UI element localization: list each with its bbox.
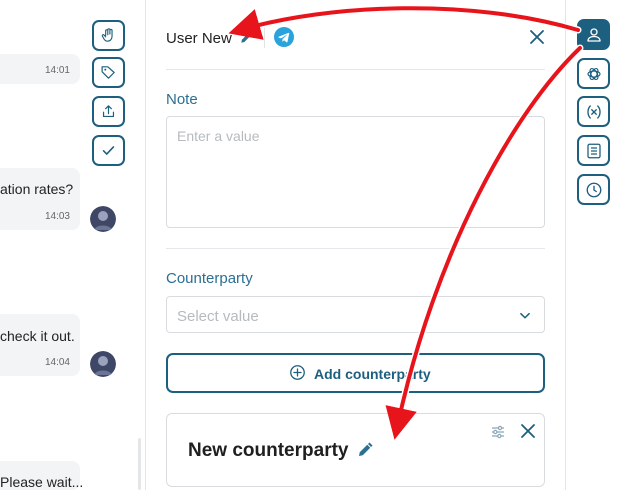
divider xyxy=(166,248,545,249)
tag-button[interactable] xyxy=(92,57,125,88)
note-placeholder: Enter a value xyxy=(177,128,260,144)
counterparty-select[interactable]: Select value xyxy=(166,296,545,333)
chat-message: Please wait... xyxy=(0,461,84,490)
message-text: Please wait... xyxy=(0,474,84,490)
telegram-icon xyxy=(274,27,294,47)
edit-counterparty-icon[interactable] xyxy=(356,441,374,459)
chat-message: check it out. 14:04 xyxy=(0,314,80,376)
message-text: ation rates? xyxy=(0,181,74,197)
chat-message: 14:01 xyxy=(0,54,80,84)
chevron-down-icon xyxy=(520,312,530,319)
contact-panel: User New Note Enter a value Counterparty… xyxy=(146,0,565,490)
share-icon xyxy=(102,105,115,118)
select-placeholder: Select value xyxy=(177,308,259,325)
resolve-button[interactable] xyxy=(92,135,125,166)
counterparty-title: New counterparty xyxy=(188,440,349,461)
message-time: 14:03 xyxy=(44,211,70,222)
header-separator xyxy=(264,26,265,48)
variable-icon xyxy=(586,104,601,119)
share-button[interactable] xyxy=(92,96,125,127)
contact-name: User New xyxy=(166,30,232,47)
message-text: check it out. xyxy=(0,328,75,344)
user-icon xyxy=(586,27,601,42)
add-counterparty-label: Add counterparty xyxy=(314,366,431,382)
message-time: 14:01 xyxy=(44,65,70,76)
settings-sliders-icon[interactable] xyxy=(490,424,506,440)
edit-name-icon[interactable] xyxy=(239,31,253,45)
avatar xyxy=(90,206,116,232)
document-icon xyxy=(586,143,601,158)
right-rail xyxy=(565,0,622,490)
divider xyxy=(166,69,545,70)
variables-button[interactable] xyxy=(577,96,610,127)
ai-assistant-button[interactable] xyxy=(577,58,610,89)
counterparty-card: New counterparty xyxy=(166,413,545,487)
counterparty-label: Counterparty xyxy=(166,270,253,287)
clock-icon xyxy=(586,182,601,197)
tag-icon xyxy=(101,66,115,79)
chat-history: 14:01 ation rates? 14:03 check it out. 1… xyxy=(0,0,145,490)
add-counterparty-button[interactable]: Add counterparty xyxy=(166,353,545,393)
history-button[interactable] xyxy=(577,174,610,205)
chat-scrollbar[interactable] xyxy=(138,438,141,490)
remove-counterparty-icon[interactable] xyxy=(519,422,537,440)
contact-info-button[interactable] xyxy=(577,19,610,50)
app-root: 14:01 ation rates? 14:03 check it out. 1… xyxy=(0,0,622,490)
hand-button[interactable] xyxy=(92,20,125,51)
hand-icon xyxy=(101,28,113,42)
message-time: 14:04 xyxy=(44,357,70,368)
notes-button[interactable] xyxy=(577,135,610,166)
chat-message: ation rates? 14:03 xyxy=(0,168,80,230)
note-input[interactable]: Enter a value xyxy=(166,116,545,228)
plus-circle-icon xyxy=(290,365,305,380)
openai-icon xyxy=(586,67,601,80)
check-icon xyxy=(102,146,115,155)
close-icon[interactable] xyxy=(528,28,546,46)
avatar xyxy=(90,351,116,377)
note-label: Note xyxy=(166,91,198,108)
